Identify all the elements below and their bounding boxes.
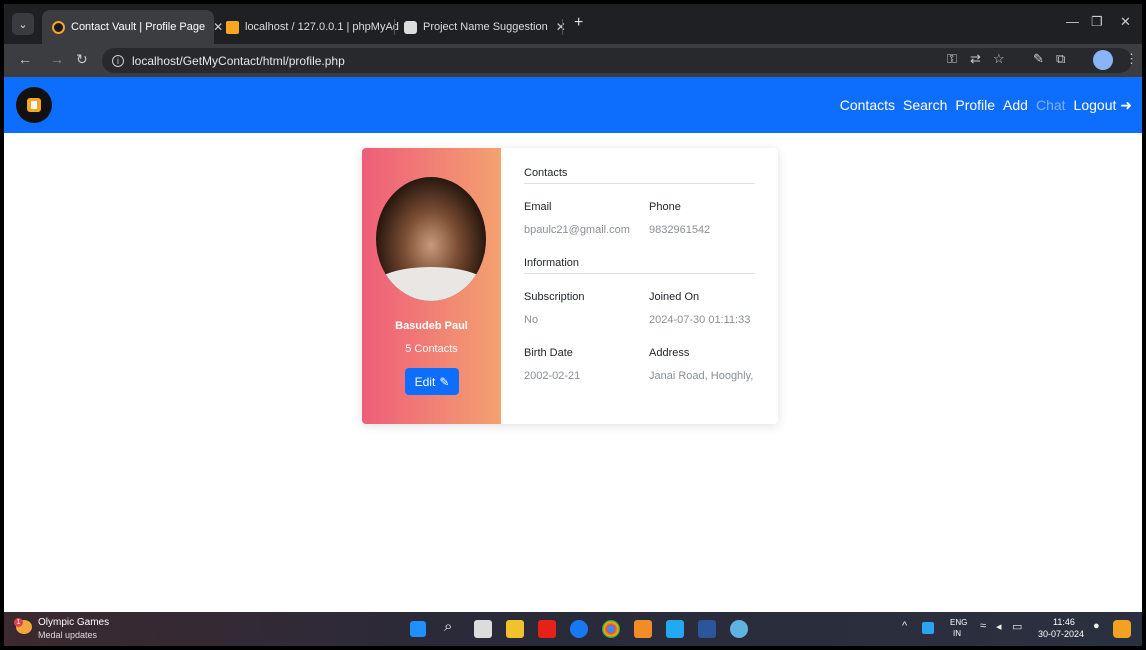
news-widget-icon[interactable]: 1 [14,618,34,638]
browser-menu-icon[interactable]: ⋮ [1125,51,1138,67]
profile-avatar [376,177,486,301]
eyedropper-icon[interactable]: ✎ [1033,51,1044,67]
bookmark-star-icon[interactable]: ☆ [993,51,1005,67]
xampp-icon[interactable] [634,620,652,638]
tab-title: Project Name Suggestion [423,21,548,33]
joined-on-label: Joined On [649,291,700,303]
news-widget-subtitle[interactable]: Medal updates [38,630,97,640]
reload-icon[interactable]: ↻ [76,51,88,68]
nav-add-link[interactable]: Add [1003,97,1028,113]
tab-search-icon[interactable]: ⌄ [12,13,34,35]
tab-phpmyadmin[interactable]: localhost / 127.0.0.1 | phpMyAd ✕ [216,10,417,44]
nav-contacts-link[interactable]: Contacts [840,97,895,113]
joined-on-value: 2024-07-30 01:11:33 [649,314,751,326]
clock-date[interactable]: 30-07-2024 [1038,629,1084,639]
tab-title: localhost / 127.0.0.1 | phpMyAd [245,21,399,33]
email-value: bpaulc21@gmail.com [524,224,630,236]
file-explorer-icon[interactable] [506,620,524,638]
nav-chat-link[interactable]: Chat [1036,97,1066,113]
chrome-icon[interactable] [602,620,620,638]
tab-separator [562,19,563,35]
contact-vault-favicon-icon [52,20,65,34]
edit-icon: ✎ [439,374,450,389]
address-label: Address [649,347,690,359]
subscription-label: Subscription [524,291,585,303]
security-tray-icon[interactable] [922,622,934,634]
translate-icon[interactable]: ⇄ [970,51,981,67]
nav-links: Contacts Search Profile Add Chat Logout … [840,77,1132,133]
subscription-value: No [524,314,539,326]
phone-label: Phone [649,201,681,213]
profile-name: Basudeb Paul [395,320,468,332]
edit-label: Edit [414,374,436,389]
notification-bell-icon[interactable]: ● [1093,620,1100,632]
contacts-section-title: Contacts [524,167,568,179]
information-section-title: Information [524,257,580,269]
contact-vault-logo[interactable] [16,87,52,123]
phone-value: 9832961542 [649,224,711,236]
copilot-icon[interactable] [1113,620,1131,638]
tab-strip: ⌄ Contact Vault | Profile Page ✕ localho… [4,4,1142,44]
nav-search-link[interactable]: Search [903,97,947,113]
app-navbar: Contacts Search Profile Add Chat Logout … [4,77,1142,133]
region-indicator[interactable]: IN [953,629,961,638]
tab-project-name[interactable]: Project Name Suggestion ✕ [394,10,566,44]
contacts-count: 5 Contacts [405,343,458,355]
new-tab-button[interactable]: + [574,14,583,32]
back-icon[interactable]: ← [18,51,32,67]
youtube-icon[interactable] [538,620,556,638]
window-close-icon[interactable]: ✕ [1120,14,1131,30]
notification-badge: 1 [14,618,23,627]
url-text: localhost/GetMyContact/html/profile.php [132,53,345,68]
forward-icon[interactable]: → [50,51,64,67]
browser-toolbar: ← → ↻ i localhost/GetMyContact/html/prof… [4,44,1142,77]
nav-logout-link[interactable]: Logout ➜ [1074,97,1132,114]
birth-date-value: 2002-02-21 [524,370,581,382]
nav-profile-link[interactable]: Profile [955,97,995,113]
language-indicator[interactable]: ENG [950,618,967,627]
wifi-icon[interactable]: ≈ [980,620,986,632]
news-widget-title[interactable]: Olympic Games [38,617,109,628]
edit-profile-button[interactable]: Edit ✎ [405,368,459,395]
volume-icon[interactable]: ◂ [996,620,1002,633]
clock-time[interactable]: 11:46 [1053,617,1075,627]
email-label: Email [524,201,552,213]
profile-avatar-icon[interactable] [1093,50,1113,70]
phpmyadmin-favicon-icon [226,20,239,34]
facebook-icon[interactable] [570,620,588,638]
battery-icon[interactable]: ▭ [1012,620,1022,633]
tab-contact-vault[interactable]: Contact Vault | Profile Page ✕ [42,10,223,44]
chatgpt-favicon-icon [404,20,417,34]
profile-card: Basudeb Paul 5 Contacts Edit ✎ Contacts … [362,148,778,424]
browser-window: ⌄ Contact Vault | Profile Page ✕ localho… [4,4,1142,646]
show-hidden-icons-icon[interactable]: ^ [902,620,907,632]
search-icon[interactable]: ⌕ [444,618,452,635]
close-tab-icon[interactable]: ✕ [548,20,566,34]
address-value: Janai Road, Hooghly, [649,370,754,382]
site-info-icon[interactable]: i [112,54,124,67]
extensions-icon[interactable]: ⧉ [1056,51,1065,67]
minimize-icon[interactable]: — [1066,14,1079,29]
divider [524,183,755,184]
logout-icon: ➜ [1116,96,1132,113]
start-windows-icon[interactable] [410,621,426,637]
password-key-icon[interactable]: ⚿ [947,51,957,67]
browser-app-icon[interactable] [730,620,748,638]
divider [524,273,755,274]
word-icon[interactable] [698,620,716,638]
taskbar: 1 Olympic Games Medal updates ⌕ ^ ENG IN… [4,612,1142,646]
restore-icon[interactable]: ❐ [1091,14,1103,30]
task-view-icon[interactable] [474,620,492,638]
logo-mark-icon [27,98,41,112]
tab-title: Contact Vault | Profile Page [71,21,206,33]
birth-date-label: Birth Date [524,347,573,359]
vscode-icon[interactable] [666,620,684,638]
profile-summary-panel: Basudeb Paul 5 Contacts Edit ✎ [362,148,501,424]
